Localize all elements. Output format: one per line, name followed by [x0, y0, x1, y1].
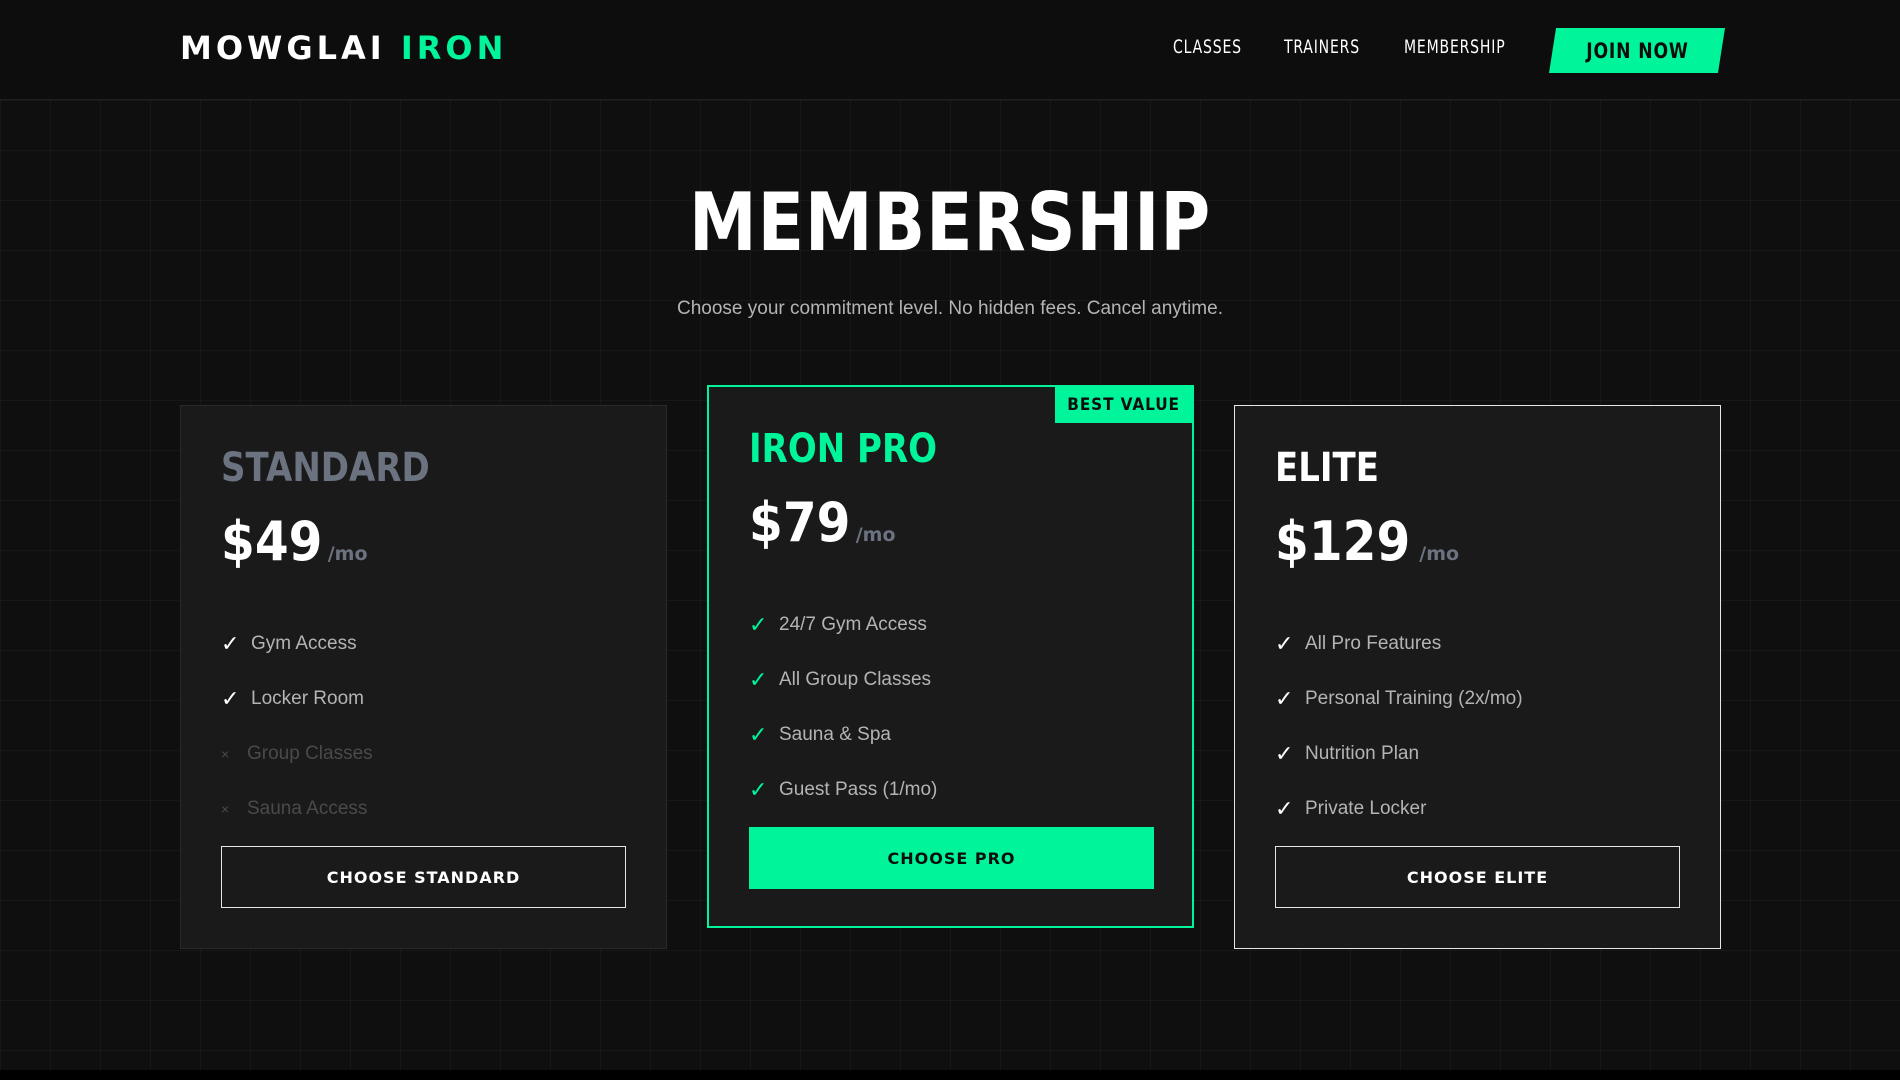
- site-header: MOWGLAI IRON CLASSES TRAINERS MEMBERSHIP…: [0, 0, 1900, 100]
- price-unit: /mo: [855, 524, 896, 546]
- choose-standard-button[interactable]: CHOOSE STANDARD: [221, 846, 626, 908]
- plan-name: IRON PRO: [749, 425, 970, 473]
- choose-pro-button[interactable]: CHOOSE PRO: [749, 827, 1154, 889]
- best-value-badge: BEST VALUE: [1055, 387, 1192, 423]
- feature-label: Sauna Access: [247, 797, 368, 819]
- plan-price: $49/mo: [221, 512, 368, 572]
- plan-name: STANDARD: [221, 444, 467, 492]
- price-unit: /mo: [1419, 543, 1460, 565]
- feature-item: ✓ Sauna & Spa: [749, 707, 937, 762]
- feature-label: Gym Access: [251, 632, 357, 654]
- join-now-label: JOIN NOW: [1585, 38, 1689, 63]
- feature-item: ✓ All Pro Features: [1275, 616, 1523, 671]
- join-now-button[interactable]: JOIN NOW: [1549, 28, 1725, 73]
- feature-list: ✓ All Pro Features ✓ Personal Training (2x…: [1275, 616, 1523, 836]
- feature-label: Nutrition Plan: [1305, 742, 1420, 764]
- page-title-text: MEMBERSHIP: [689, 176, 1211, 269]
- logo[interactable]: MOWGLAI IRON: [180, 28, 507, 68]
- feature-item: ✓ All Group Classes: [749, 652, 937, 707]
- price-amount: $79: [749, 491, 851, 554]
- bottom-bar: [0, 1070, 1900, 1080]
- check-icon: ✓: [221, 630, 240, 656]
- badge-label: BEST VALUE: [1067, 395, 1180, 415]
- feature-label: All Group Classes: [779, 668, 932, 690]
- feature-item-excluded: × Group Classes: [221, 726, 373, 781]
- feature-list: ✓ Gym Access ✓ Locker Room × Group Classes …: [221, 616, 373, 836]
- cross-icon: ×: [221, 800, 230, 817]
- plan-price: $79/mo: [749, 493, 896, 553]
- check-icon: ✓: [1275, 630, 1294, 656]
- check-icon: ✓: [1275, 740, 1294, 766]
- plan-card-standard: STANDARD $49/mo ✓ Gym Access ✓ Locker Room…: [180, 405, 667, 949]
- check-icon: ✓: [749, 666, 768, 692]
- price-amount: $129: [1275, 510, 1411, 573]
- check-icon: ✓: [1275, 685, 1294, 711]
- plan-price: $129/mo: [1275, 512, 1459, 572]
- check-icon: ✓: [749, 776, 768, 802]
- plan-card-elite: ELITE $129/mo ✓ All Pro Features ✓ Persona…: [1234, 405, 1721, 949]
- plan-name-text: IRON PRO: [749, 426, 938, 472]
- nav-trainers[interactable]: TRAINERS: [1284, 36, 1360, 58]
- feature-label: Personal Training (2x/mo): [1305, 687, 1523, 709]
- check-icon: ✓: [749, 721, 768, 747]
- cross-icon: ×: [221, 745, 230, 762]
- feature-label: Private Locker: [1305, 797, 1427, 819]
- choose-elite-button[interactable]: CHOOSE ELITE: [1275, 846, 1680, 908]
- logo-accent: IRON: [400, 29, 508, 67]
- nav-membership[interactable]: MEMBERSHIP: [1404, 36, 1505, 58]
- feature-item: ✓ Locker Room: [221, 671, 373, 726]
- feature-item: ✓ Nutrition Plan: [1275, 726, 1523, 781]
- price-amount: $49: [221, 510, 323, 573]
- feature-label: Group Classes: [247, 742, 373, 764]
- feature-label: Guest Pass (1/mo): [779, 778, 938, 800]
- feature-list: ✓ 24/7 Gym Access ✓ All Group Classes ✓ Sau…: [749, 597, 937, 817]
- plan-name-text: STANDARD: [221, 445, 430, 491]
- feature-item: ✓ 24/7 Gym Access: [749, 597, 937, 652]
- feature-label: Locker Room: [251, 687, 364, 709]
- check-icon: ✓: [1275, 795, 1294, 821]
- plan-name: ELITE: [1275, 444, 1397, 492]
- feature-item-excluded: × Sauna Access: [221, 781, 373, 836]
- feature-item: ✓ Guest Pass (1/mo): [749, 762, 937, 817]
- logo-name: MOWGLAI: [180, 29, 386, 67]
- plan-card-pro: BEST VALUE IRON PRO $79/mo ✓ 24/7 Gym Acc…: [707, 385, 1194, 928]
- feature-label: Sauna & Spa: [779, 723, 891, 745]
- page-title: MEMBERSHIP: [0, 178, 1900, 268]
- nav-classes[interactable]: CLASSES: [1173, 36, 1242, 58]
- feature-label: All Pro Features: [1305, 632, 1442, 654]
- feature-item: ✓ Private Locker: [1275, 781, 1523, 836]
- check-icon: ✓: [221, 685, 240, 711]
- feature-item: ✓ Gym Access: [221, 616, 373, 671]
- feature-label: 24/7 Gym Access: [779, 613, 927, 635]
- plan-name-text: ELITE: [1275, 445, 1379, 491]
- feature-item: ✓ Personal Training (2x/mo): [1275, 671, 1523, 726]
- check-icon: ✓: [749, 611, 768, 637]
- price-unit: /mo: [327, 543, 368, 565]
- page-subtitle: Choose your commitment level. No hidden …: [677, 298, 1223, 319]
